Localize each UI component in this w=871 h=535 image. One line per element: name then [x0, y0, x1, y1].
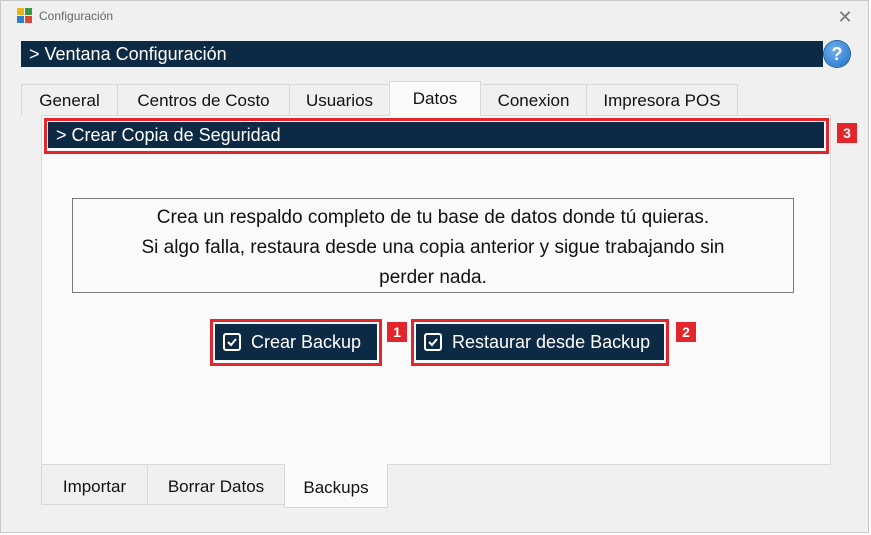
- description-line-1: Crea un respaldo completo de tu base de …: [156, 207, 710, 228]
- tab-label: Datos: [412, 89, 458, 108]
- tab-label: Borrar Datos: [167, 477, 265, 496]
- annotation-badge-3: 3: [837, 123, 857, 143]
- tab-centros-de-costo[interactable]: Centros de Costo: [117, 84, 290, 115]
- annotation-badge-1: 1: [387, 322, 407, 342]
- close-icon: ✕: [837, 7, 853, 27]
- window-title: Configuración: [39, 9, 114, 23]
- tab-label: Importar: [62, 477, 127, 496]
- tab-label: Centros de Costo: [137, 91, 270, 110]
- help-glyph: ?: [831, 44, 843, 64]
- title-bar: Configuración ✕: [1, 1, 868, 33]
- tab-general[interactable]: General: [21, 84, 118, 115]
- checkbox-icon: [424, 333, 442, 351]
- tab-importar[interactable]: Importar: [41, 465, 148, 505]
- description-line-3: perder nada.: [379, 267, 487, 288]
- highlight-box-3: [44, 118, 829, 154]
- restore-backup-button[interactable]: Restaurar desde Backup: [416, 324, 664, 360]
- tab-label: Backups: [303, 478, 369, 497]
- header-title: > Ventana Configuración: [29, 44, 227, 64]
- create-backup-button[interactable]: Crear Backup: [215, 324, 377, 360]
- window-header: > Ventana Configuración: [21, 41, 823, 67]
- tab-label: Usuarios: [305, 91, 374, 110]
- configuration-window: Configuración ✕ > Ventana Configuración …: [0, 0, 869, 533]
- tab-borrar-datos[interactable]: Borrar Datos: [147, 465, 285, 505]
- close-button[interactable]: ✕: [830, 3, 860, 31]
- help-icon[interactable]: ?: [824, 41, 850, 67]
- tab-label: Impresora POS: [603, 91, 721, 110]
- tab-conexion[interactable]: Conexion: [480, 84, 587, 115]
- checkbox-icon: [223, 333, 241, 351]
- tab-datos[interactable]: Datos: [389, 81, 481, 116]
- restore-backup-label: Restaurar desde Backup: [452, 332, 651, 352]
- create-backup-label: Crear Backup: [251, 332, 362, 352]
- tab-backups[interactable]: Backups: [284, 464, 388, 508]
- backup-description: Crea un respaldo completo de tu base de …: [72, 198, 794, 293]
- tab-label: Conexion: [497, 91, 570, 110]
- description-line-2: Si algo falla, restaura desde una copia …: [141, 237, 725, 258]
- tab-label: General: [39, 91, 100, 110]
- annotation-badge-2: 2: [676, 322, 696, 342]
- tab-impresora-pos[interactable]: Impresora POS: [586, 84, 738, 115]
- tab-usuarios[interactable]: Usuarios: [289, 84, 390, 115]
- app-logo-icon: [17, 8, 33, 24]
